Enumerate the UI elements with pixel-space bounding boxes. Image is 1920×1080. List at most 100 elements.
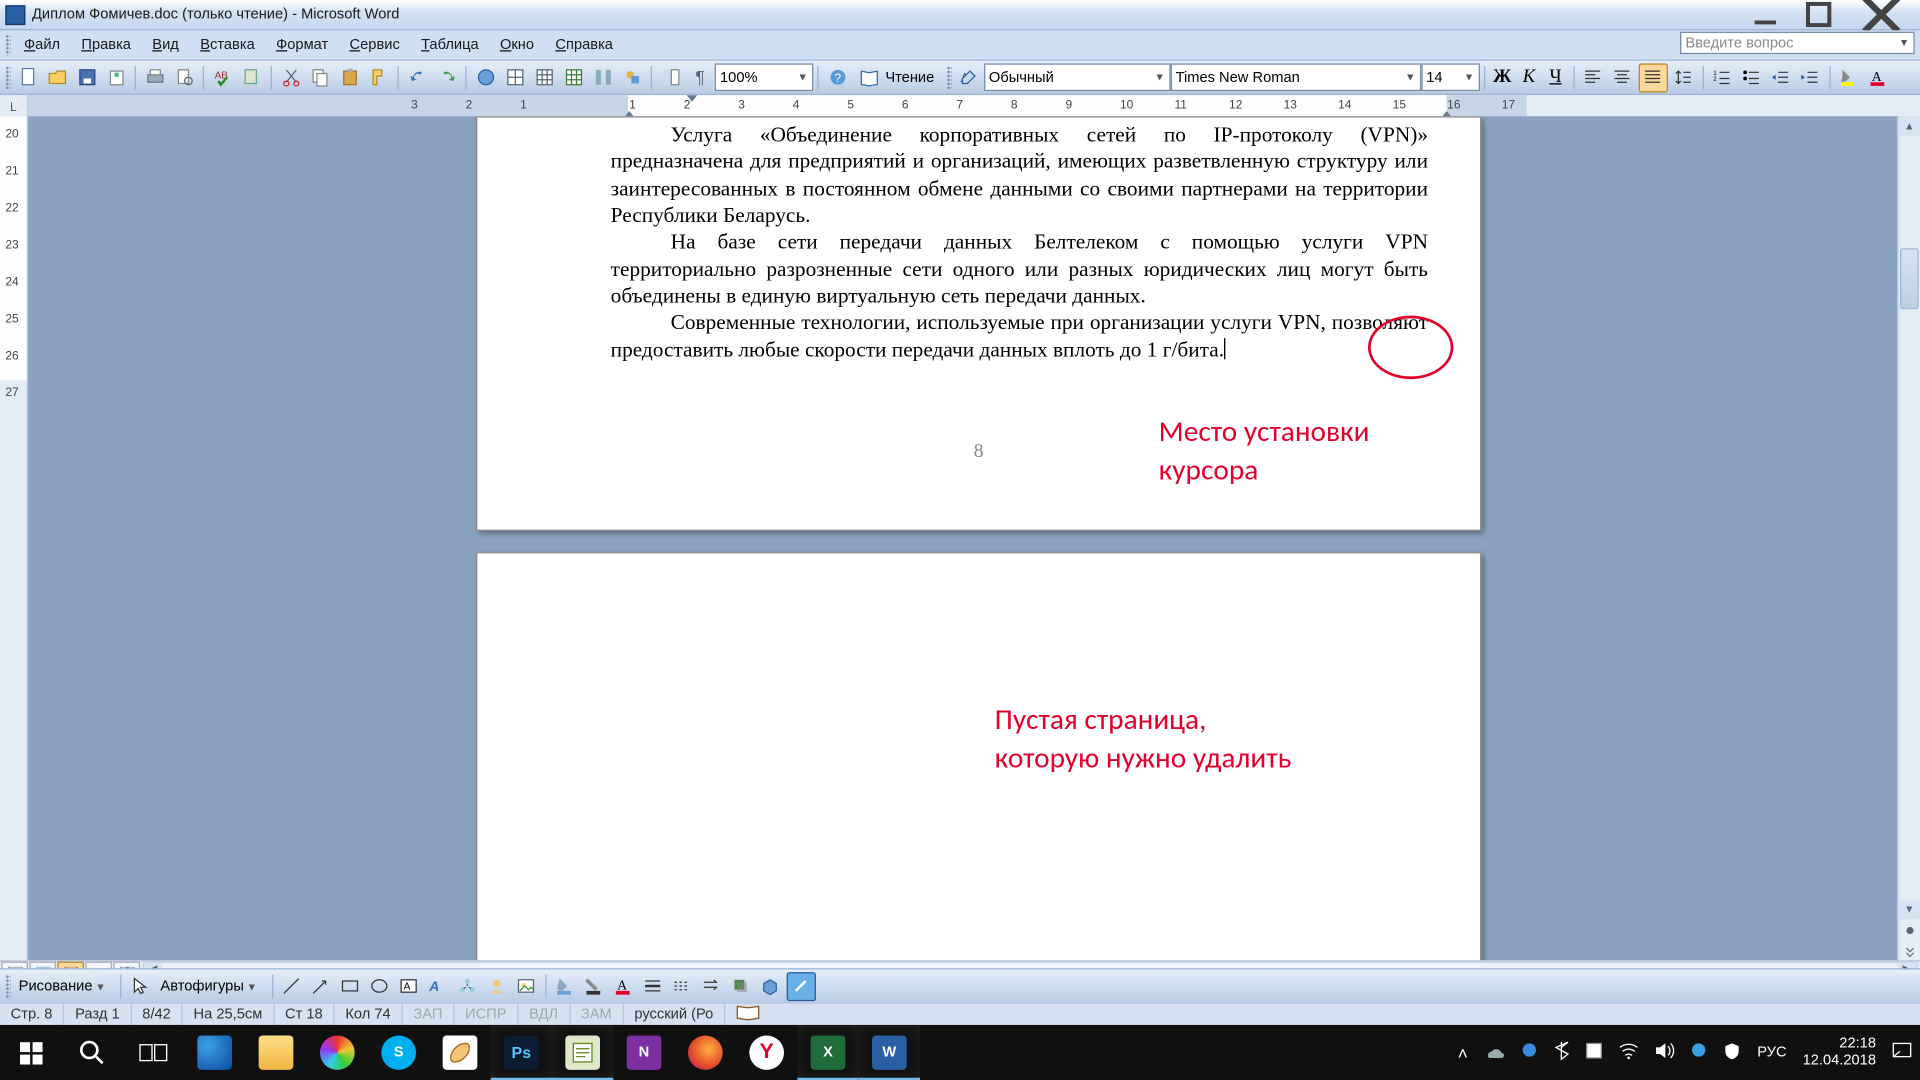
font-size-combo[interactable]: 14▼ (1421, 63, 1480, 91)
font-color-button[interactable]: A (1865, 64, 1892, 90)
font-combo[interactable]: Times New Roman▼ (1170, 63, 1421, 91)
styles-icon[interactable]: A (956, 64, 983, 90)
drawing-toggle-button[interactable] (619, 64, 646, 90)
arrow-style-button[interactable] (698, 973, 725, 999)
format-painter-button[interactable] (365, 64, 392, 90)
taskbar-notepadpp[interactable] (552, 1025, 613, 1080)
tray-wifi-icon[interactable] (1619, 1042, 1639, 1063)
dash-style-button[interactable] (669, 973, 696, 999)
tray-notifications-icon[interactable] (1892, 1041, 1912, 1065)
menu-file[interactable]: Файл (13, 34, 70, 55)
search-button[interactable] (61, 1025, 122, 1080)
underline-button[interactable]: Ч (1544, 64, 1568, 90)
align-justify-button[interactable] (1638, 63, 1667, 92)
research-button[interactable] (239, 64, 266, 90)
tray-show-hidden-icon[interactable]: ˄ (1458, 1043, 1468, 1063)
menu-tools[interactable]: Сервис (339, 34, 411, 55)
insert-worksheet-button[interactable] (560, 64, 587, 90)
insert-picture-button[interactable] (513, 973, 540, 999)
menu-table[interactable]: Таблица (410, 34, 489, 55)
vertical-ruler[interactable]: 2021222324252627 (0, 116, 28, 961)
arrow-tool-button[interactable] (308, 973, 335, 999)
status-ovr[interactable]: ЗАМ (570, 1004, 624, 1025)
shadow-style-button[interactable] (728, 973, 755, 999)
doc-map-button[interactable] (657, 64, 684, 90)
line-spacing-button[interactable] (1670, 64, 1697, 90)
menubar-grip[interactable] (5, 34, 10, 55)
window-maximize-button[interactable] (1803, 5, 1835, 23)
insert-table-button[interactable] (531, 64, 558, 90)
save-button[interactable] (73, 64, 100, 90)
status-trk[interactable]: ИСПР (454, 1004, 518, 1025)
tray-bluetooth-icon[interactable] (1555, 1041, 1570, 1065)
ask-a-question-box[interactable]: Введите вопрос ▼ (1680, 32, 1915, 54)
copy-button[interactable] (307, 64, 334, 90)
scroll-thumb[interactable] (1900, 248, 1919, 309)
print-button[interactable] (141, 64, 168, 90)
toolbar-grip-2[interactable] (946, 65, 951, 89)
tray-app3-icon[interactable] (1691, 1042, 1708, 1063)
task-view-button[interactable] (123, 1025, 184, 1080)
scroll-up-button[interactable]: ▲ (1899, 116, 1920, 136)
taskbar-paintnet[interactable] (307, 1025, 368, 1080)
spellcheck-button[interactable]: AB (209, 64, 236, 90)
undo-button[interactable] (404, 64, 431, 90)
scroll-down-button[interactable]: ▼ (1899, 899, 1920, 919)
align-left-button[interactable] (1580, 64, 1607, 90)
autoshapes-menu[interactable]: Автофигуры▼ (155, 978, 268, 994)
italic-button[interactable]: К (1517, 64, 1541, 90)
drawbar-grip[interactable] (5, 974, 10, 998)
status-lang[interactable]: русский (Ро (624, 1004, 726, 1025)
reading-layout-button[interactable]: Чтение (852, 64, 941, 90)
horizontal-ruler[interactable]: 3211234567891011121314151617 (28, 95, 1920, 117)
tray-defender-icon[interactable] (1724, 1041, 1741, 1063)
permissions-button[interactable] (103, 64, 130, 90)
vertical-scrollbar[interactable]: ▲ ▼ (1897, 116, 1920, 961)
diagram-button[interactable] (454, 973, 481, 999)
redo-button[interactable] (433, 64, 460, 90)
line-style-button[interactable] (640, 973, 667, 999)
align-center-button[interactable] (1609, 64, 1636, 90)
start-button[interactable] (0, 1025, 61, 1080)
3d-style-button[interactable] (757, 973, 784, 999)
next-page-button[interactable] (1899, 942, 1920, 962)
tray-app1-icon[interactable] (1521, 1042, 1538, 1063)
taskbar-skype[interactable]: S (368, 1025, 429, 1080)
show-formatting-button[interactable]: ¶ (687, 64, 714, 90)
increase-indent-button[interactable] (1797, 64, 1824, 90)
document-area[interactable]: Услуга «Объединение корпоративных сетей … (27, 116, 1899, 961)
style-combo[interactable]: Обычный▼ (984, 63, 1171, 91)
decrease-indent-button[interactable] (1768, 64, 1795, 90)
bold-button[interactable]: Ж (1490, 64, 1514, 90)
window-minimize-button[interactable] (1749, 5, 1781, 23)
taskbar-edge[interactable] (184, 1025, 245, 1080)
tables-borders-button[interactable] (501, 64, 528, 90)
spelling-status-icon[interactable] (736, 1004, 760, 1025)
clipart-button[interactable] (484, 973, 511, 999)
oval-tool-button[interactable] (366, 973, 393, 999)
taskbar-word[interactable]: W (859, 1025, 920, 1080)
status-rec[interactable]: ЗАП (403, 1004, 455, 1025)
select-objects-button[interactable] (127, 973, 154, 999)
taskbar-onenote[interactable]: N (613, 1025, 674, 1080)
taskbar-yandex[interactable]: Y (736, 1025, 797, 1080)
tray-language[interactable]: РУС (1757, 1045, 1786, 1061)
taskbar-excel[interactable]: X (797, 1025, 858, 1080)
taskbar-paint[interactable] (429, 1025, 490, 1080)
ruler-tab-selector[interactable]: L (0, 95, 28, 117)
cut-button[interactable] (277, 64, 304, 90)
window-close-button[interactable] (1856, 5, 1907, 23)
menu-view[interactable]: Вид (142, 34, 190, 55)
line-tool-button[interactable] (278, 973, 305, 999)
paste-button[interactable] (336, 64, 363, 90)
font-color-draw-button[interactable]: A (610, 973, 637, 999)
print-preview-button[interactable] (171, 64, 198, 90)
menu-format[interactable]: Формат (265, 34, 338, 55)
line-color-button[interactable] (581, 973, 608, 999)
select-browse-object-button[interactable] (1899, 921, 1920, 941)
zoom-combo[interactable]: 100%▼ (715, 63, 814, 91)
numbered-list-button[interactable]: 12 (1709, 64, 1736, 90)
taskbar-firefox[interactable] (675, 1025, 736, 1080)
textbox-tool-button[interactable]: A (396, 973, 423, 999)
menu-insert[interactable]: Вставка (190, 34, 266, 55)
